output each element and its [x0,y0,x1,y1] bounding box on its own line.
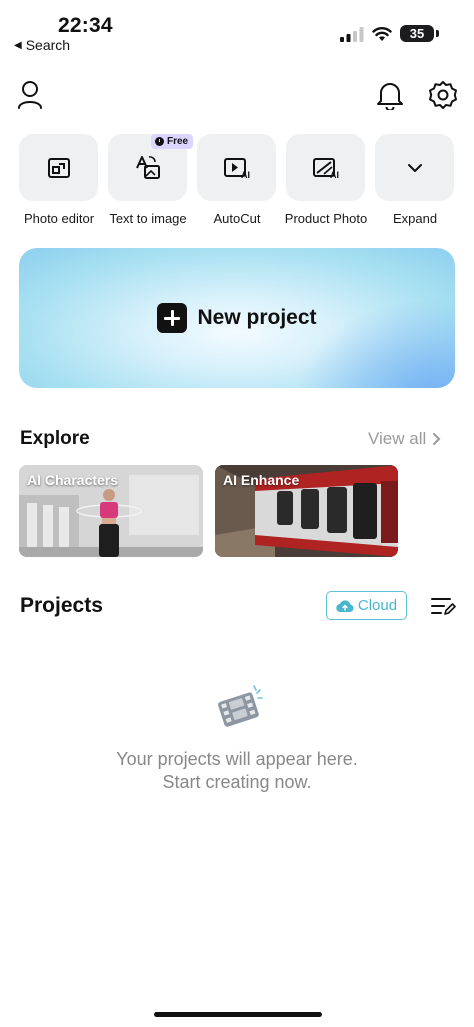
new-project-button[interactable]: New project [19,248,455,388]
bell-icon [377,83,403,110]
profile-button[interactable] [14,78,46,112]
status-time: 22:34 [58,14,113,37]
autocut-icon: AI [223,157,250,179]
ai-characters-card[interactable]: AI Characters [19,465,203,557]
wifi-icon [372,27,392,41]
ai-enhance-card[interactable]: AI Enhance [215,465,398,557]
photo-editor-tile[interactable] [19,134,98,201]
settings-button[interactable] [426,78,460,112]
person-icon [18,81,42,109]
svg-text:AI: AI [241,170,250,179]
photo-editor-label: Photo editor [23,211,95,226]
free-badge: Free [151,134,194,149]
free-badge-label: Free [167,136,189,147]
battery-nub [436,30,439,37]
cloud-button[interactable]: Cloud [326,591,407,620]
chevron-down-icon [407,163,422,172]
empty-projects-line-2: Start creating now. [162,772,312,792]
projects-heading: Projects [20,594,103,617]
empty-projects-message: Your projects will appear here. Start cr… [60,748,414,794]
explore-heading: Explore [20,428,90,449]
notifications-button[interactable] [374,78,406,112]
battery-indicator: 35 [400,25,434,42]
chevron-right-icon [433,433,441,445]
product-photo-label: Product Photo [284,211,368,226]
text-to-image-label: Text to image [109,211,187,226]
autocut-label: AutoCut [213,211,261,226]
svg-text:AI: AI [330,170,339,179]
product-photo-tile[interactable]: AI [286,134,365,201]
expand-tile[interactable] [375,134,454,201]
new-project-label: New project [197,306,317,329]
cloud-label: Cloud [357,597,398,614]
home-indicator[interactable] [154,1012,322,1017]
view-all-link[interactable]: View all [368,429,441,449]
ai-characters-label: AI Characters [27,472,119,488]
cellular-signal-icon [340,27,364,42]
photo-editor-icon [47,157,70,178]
manage-list-icon[interactable] [430,595,456,617]
back-to-search-link[interactable]: ◀ Search [14,37,70,53]
expand-label: Expand [392,211,438,226]
cloud-upload-icon [336,599,354,612]
plus-icon [157,303,188,333]
empty-projects-line-1: Your projects will appear here. [116,749,358,769]
text-to-image-icon [135,155,160,179]
autocut-tile[interactable]: AI [197,134,276,201]
ai-enhance-label: AI Enhance [223,472,300,488]
back-arrow-icon: ◀ [14,39,22,51]
back-link-label: Search [25,37,71,53]
gear-icon [429,81,457,109]
view-all-label: View all [368,429,427,448]
product-photo-icon: AI [312,157,339,179]
clock-icon [155,137,164,146]
film-clip-icon [218,685,263,727]
